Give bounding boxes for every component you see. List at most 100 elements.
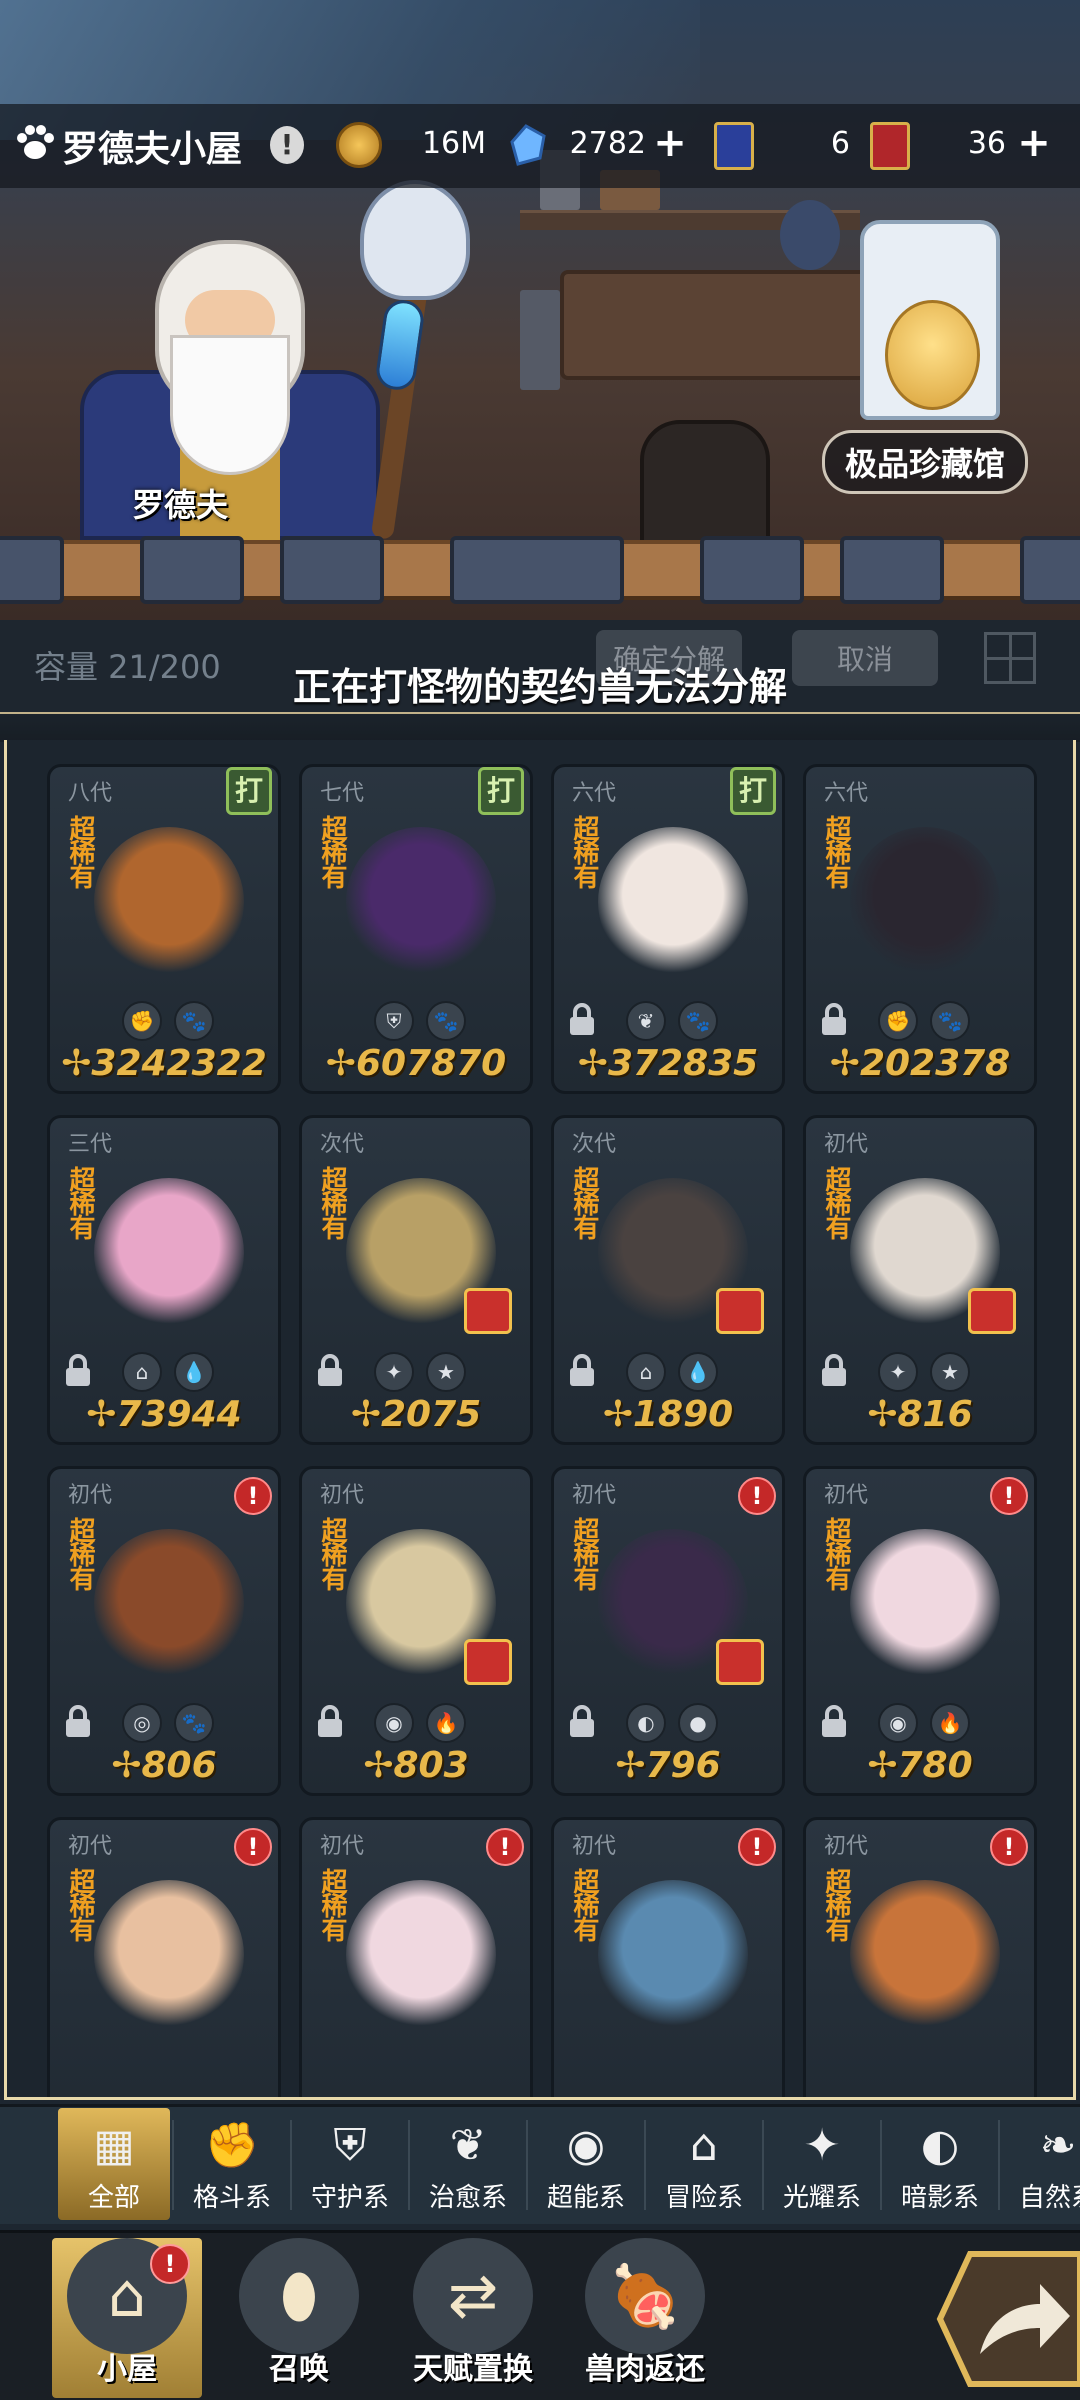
filter-label: 全部 [87, 2183, 140, 2213]
lock-icon[interactable] [314, 1354, 346, 1388]
fighting-badge: 打 [478, 767, 524, 815]
rarity-label: 超稀有 [821, 1517, 851, 1589]
pet-card[interactable]: 三代 超稀有 ⌂ 💧 ✢73944 [47, 1115, 281, 1445]
forward-arrow-button[interactable] [930, 2244, 1080, 2394]
lock-icon[interactable] [566, 1705, 598, 1739]
filter-shadow[interactable]: ◐ 暗影系 [884, 2108, 996, 2220]
filter-fist[interactable]: ✊ 格斗系 [176, 2108, 288, 2220]
power-value: ✢607870 [302, 1043, 530, 1084]
pet-card[interactable]: 八代 超稀有打 ✊ 🐾 ✢3242322 [47, 764, 281, 1094]
power-number: 73944 [116, 1394, 242, 1435]
egg-icon: ⬮ [239, 2238, 359, 2354]
power-icon: ✢ [829, 1043, 860, 1084]
power-value: ✢806 [50, 1745, 278, 1786]
beam-block [450, 536, 624, 604]
pet-card[interactable]: 初代 超稀有! [551, 1817, 785, 2097]
rarity-label: 超稀有 [821, 1868, 851, 1940]
rarity-label: 超稀有 [821, 815, 851, 887]
creature-portrait [94, 827, 244, 977]
pet-card[interactable]: 六代 超稀有打 ❦ 🐾 ✢372835 [551, 764, 785, 1094]
red-ticket-plus-button[interactable]: + [1016, 123, 1052, 163]
adventure-icon: ⌂ [690, 2119, 718, 2171]
lock-icon[interactable] [566, 1003, 598, 1037]
pet-card[interactable]: 六代 超稀有 ✊ 🐾 ✢202378 [803, 764, 1037, 1094]
power-number: 816 [897, 1394, 973, 1435]
filter-label: 治愈系 [428, 2183, 507, 2213]
psychic-icon: ◉ [878, 1703, 918, 1743]
filter-shield[interactable]: ⛨ 守护系 [294, 2108, 406, 2220]
lock-icon[interactable] [62, 1705, 94, 1739]
pet-card[interactable]: 初代 超稀有! [299, 1817, 533, 2097]
creature-portrait [850, 1880, 1000, 2030]
screen: 罗德夫 极品珍藏馆 罗德夫小屋 ! 16M 2782 + 6 36 + 容量 2… [0, 0, 1080, 2400]
filter-label: 守护系 [310, 2183, 389, 2213]
pet-card[interactable]: 初代 超稀有 ◉ 🔥 ✢803 [299, 1466, 533, 1796]
power-icon: ✢ [61, 1043, 92, 1084]
nav-label: 小屋 [97, 2352, 157, 2387]
pet-card[interactable]: 次代 超稀有 ✦ ★ ✢2075 [299, 1115, 533, 1445]
lock-icon[interactable] [818, 1003, 850, 1037]
paw-icon: 🐾 [426, 1001, 466, 1041]
equipment-tag-icon [716, 1639, 764, 1685]
fire-icon: 🔥 [426, 1703, 466, 1743]
blue-ticket-value: 6 [830, 126, 850, 161]
nav-label: 兽肉返还 [585, 2352, 705, 2387]
power-number: 202378 [859, 1043, 1011, 1084]
filter-light[interactable]: ✦ 光耀系 [766, 2108, 878, 2220]
lock-icon[interactable] [62, 1354, 94, 1388]
pet-card[interactable]: 次代 超稀有 ⌂ 💧 ✢1890 [551, 1115, 785, 1445]
warning-icon: ! [990, 1477, 1028, 1515]
paw-icon [17, 125, 54, 159]
equipment-tag-icon [464, 1639, 512, 1685]
lock-icon[interactable] [566, 1354, 598, 1388]
power-icon: ✢ [602, 1394, 633, 1435]
power-icon: ✢ [867, 1745, 898, 1786]
filter-sprout[interactable]: ❦ 治愈系 [412, 2108, 524, 2220]
filter-leaf[interactable]: ❧ 自然系 [1002, 2108, 1080, 2220]
creature-portrait [598, 827, 748, 977]
filter-all-blocks[interactable]: ▦ 全部 [58, 2108, 170, 2220]
rarity-label: 超稀有 [821, 1166, 851, 1238]
rarity-label: 超稀有 [65, 815, 95, 887]
light-icon: ✦ [803, 2119, 841, 2171]
shield-icon: ⛨ [333, 2119, 367, 2171]
nav-egg[interactable]: ⬮ 召唤 [224, 2238, 374, 2398]
panel-divider [0, 712, 1080, 742]
lock-icon[interactable] [314, 1705, 346, 1739]
filter-separator [762, 2120, 764, 2210]
shadow-icon: ◐ [920, 2119, 960, 2171]
pet-card[interactable]: 七代 超稀有打 ⛨ 🐾 ✢607870 [299, 764, 533, 1094]
rarity-label: 超稀有 [569, 815, 599, 887]
generation-label: 七代 [320, 781, 365, 806]
generation-label: 八代 [68, 781, 113, 806]
lock-icon[interactable] [818, 1705, 850, 1739]
power-number: 796 [645, 1745, 721, 1786]
info-alert-icon[interactable]: ! [270, 126, 304, 164]
lock-icon[interactable] [818, 1354, 850, 1388]
museum-button[interactable]: 极品珍藏馆 [822, 430, 1028, 494]
fighting-badge: 打 [226, 767, 272, 815]
creature-portrait [94, 1880, 244, 2030]
pet-card[interactable]: 初代 超稀有! [803, 1817, 1037, 2097]
pet-card[interactable]: 初代 超稀有 ✦ ★ ✢816 [803, 1115, 1037, 1445]
beam-block [280, 536, 384, 604]
filter-adventure[interactable]: ⌂ 冒险系 [648, 2108, 760, 2220]
generation-label: 初代 [824, 1834, 869, 1859]
power-value: ✢796 [554, 1745, 782, 1786]
crystal-plus-button[interactable]: + [652, 123, 688, 163]
pet-card[interactable]: 初代 超稀有! ◉ 🔥 ✢780 [803, 1466, 1037, 1796]
pet-card[interactable]: 初代 超稀有! ◎ 🐾 ✢806 [47, 1466, 281, 1796]
filter-label: 冒险系 [664, 2183, 743, 2213]
desk [560, 270, 880, 380]
filter-separator [526, 2120, 528, 2210]
gold-coin-icon [336, 122, 382, 168]
equipment-tag-icon [716, 1288, 764, 1334]
filter-label: 超能系 [546, 2183, 625, 2213]
nav-swap[interactable]: ⇄ 天赋置换 [398, 2238, 548, 2398]
filter-psychic[interactable]: ◉ 超能系 [530, 2108, 642, 2220]
pet-card[interactable]: 初代 超稀有! ◐ ● ✢796 [551, 1466, 785, 1796]
nav-label: 召唤 [269, 2352, 329, 2387]
nav-meat[interactable]: 🍖 兽肉返还 [570, 2238, 720, 2398]
beam-block [840, 536, 944, 604]
pet-card[interactable]: 初代 超稀有! [47, 1817, 281, 2097]
